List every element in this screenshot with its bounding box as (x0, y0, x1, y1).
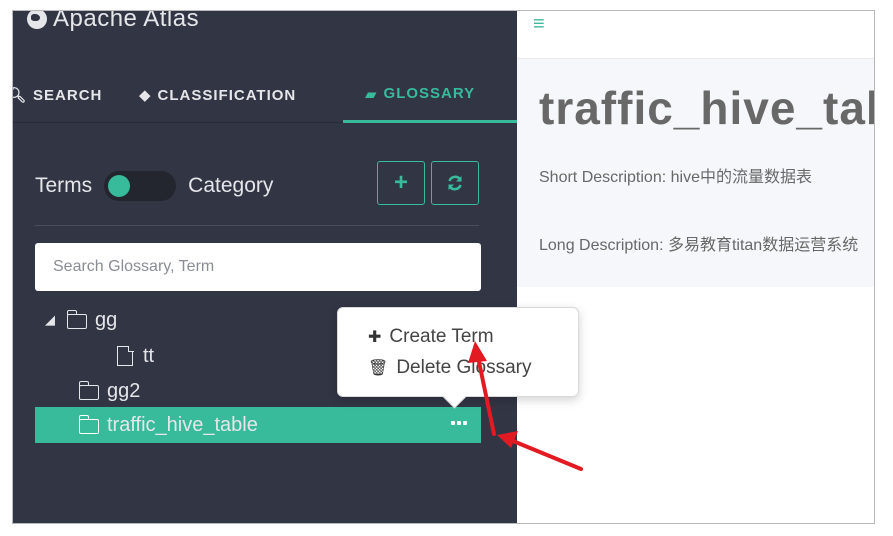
tab-classification-label: CLASSIFICATION (157, 86, 297, 104)
glossary-search-input[interactable]: Search Glossary, Term (35, 243, 481, 291)
app-frame: Apache Atlas 🔍︎ SEARCH ◆ CLASSIFICATION … (12, 10, 875, 524)
terms-category-toggle-row: Terms Category + (35, 161, 479, 211)
refresh-button[interactable] (431, 161, 479, 205)
glossary-detail: traffic_hive_table Short Description: hi… (517, 59, 874, 287)
tree-item-gg2[interactable]: gg2 (78, 374, 141, 408)
tree-item-label: gg2 (107, 379, 141, 402)
create-term-menu-item[interactable]: ✚ Create Term (368, 326, 494, 348)
terms-label: Terms (35, 174, 93, 197)
sidebar: Apache Atlas 🔍︎ SEARCH ◆ CLASSIFICATION … (13, 10, 517, 523)
top-bar: ≡ (517, 11, 874, 59)
short-description: Short Description: hive中的流量数据表 (539, 169, 812, 186)
globe-icon (27, 11, 47, 29)
tree-item-label: tt (143, 344, 155, 367)
terms-category-switch[interactable] (104, 171, 177, 201)
tab-glossary-label: GLOSSARY (383, 85, 476, 102)
plus-icon: ✚ (368, 329, 382, 346)
glossary-actions: + (377, 161, 479, 205)
brand-name: Apache Atlas (53, 10, 200, 32)
tab-glossary[interactable]: ▰ GLOSSARY (343, 67, 517, 123)
tree-item-label: gg (95, 308, 118, 331)
expand-triangle-icon[interactable]: ◢ (45, 312, 55, 328)
brand[interactable]: Apache Atlas (27, 10, 200, 33)
search-icon: 🔍︎ (13, 86, 27, 104)
tree-item-traffic-hive-table[interactable]: traffic_hive_table (35, 407, 481, 443)
trash-icon: 🗑︎ (368, 360, 389, 377)
folder-icon (78, 380, 99, 400)
tab-search[interactable]: 🔍︎ SEARCH (13, 67, 103, 123)
folder-open-icon: ▰ (365, 85, 378, 103)
switch-knob (108, 175, 131, 197)
tab-search-label: SEARCH (33, 86, 103, 104)
tree-item-gg[interactable]: ◢ gg (45, 303, 117, 337)
main-panel: ≡ traffic_hive_table Short Description: … (517, 11, 874, 523)
tag-icon: ◆ (139, 87, 152, 104)
page-title: traffic_hive_table (539, 82, 874, 134)
refresh-icon (448, 175, 462, 191)
context-menu: ✚ Create Term 🗑︎ Delete Glossary (337, 307, 579, 397)
long-description: Long Description: 多易教育titan数据运营系统 (539, 237, 859, 254)
tab-classification[interactable]: ◆ CLASSIFICATION (139, 67, 296, 123)
menu-item-label: Delete Glossary (396, 357, 532, 378)
divider (35, 225, 479, 226)
folder-icon (66, 309, 87, 329)
plus-icon: + (393, 169, 408, 196)
tree-item-label: traffic_hive_table (107, 413, 258, 436)
folder-icon (78, 414, 99, 434)
more-options-icon[interactable] (451, 421, 467, 425)
menu-item-label: Create Term (389, 326, 494, 347)
delete-glossary-menu-item[interactable]: 🗑︎ Delete Glossary (368, 357, 531, 379)
sidebar-tabs: 🔍︎ SEARCH ◆ CLASSIFICATION ▰ GLOSSARY (13, 67, 517, 123)
tree-item-tt[interactable]: tt (117, 339, 154, 373)
hamburger-menu-icon[interactable]: ≡ (533, 13, 545, 36)
add-glossary-button[interactable]: + (377, 161, 425, 205)
file-icon (117, 345, 134, 366)
category-label: Category (188, 174, 274, 197)
